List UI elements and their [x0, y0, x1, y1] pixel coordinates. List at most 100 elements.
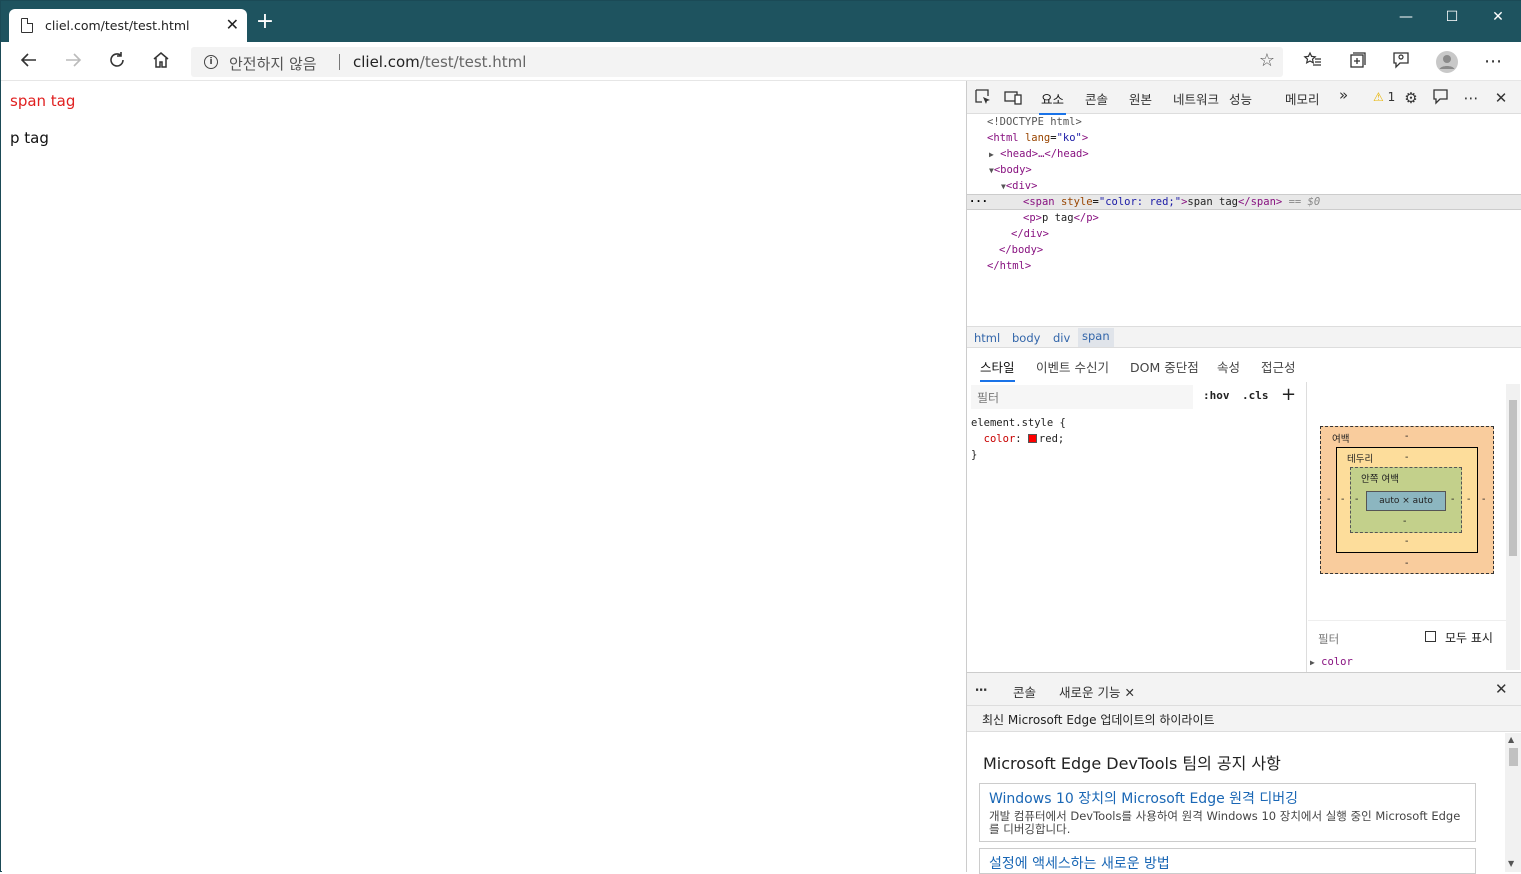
page-viewport: span tag p tag: [2, 81, 966, 872]
dom-span-selected[interactable]: <span style="color: red;">span tag</span…: [1023, 194, 1320, 210]
scroll-up-icon[interactable]: ▲: [1508, 735, 1514, 744]
address-bar[interactable]: i 안전하지 않음 cliel.com/test/test.html ☆: [191, 47, 1283, 77]
tab-elements[interactable]: 요소: [1038, 89, 1067, 115]
element-style-rule[interactable]: element.style { color: red; }: [971, 415, 1066, 463]
info-icon[interactable]: i: [204, 55, 218, 69]
new-style-rule-button[interactable]: +: [1281, 384, 1296, 405]
drawer-toolbar: ⋯ 콘솔 새로운 기능 ✕ ✕: [967, 672, 1521, 708]
drawer-tab-whats-new[interactable]: 새로운 기능 ✕: [1055, 682, 1139, 708]
scrollbar-thumb[interactable]: [1509, 400, 1517, 556]
maximize-button[interactable]: ☐: [1429, 5, 1475, 29]
styles-filter-input[interactable]: 필터: [971, 385, 1193, 409]
styles-pane: 필터 :hov .cls + element.style { color: re…: [967, 382, 1307, 672]
card-title-link[interactable]: 설정에 액세스하는 새로운 방법: [989, 853, 1466, 873]
devtools-feedback-icon[interactable]: [1430, 88, 1452, 108]
cls-toggle[interactable]: .cls: [1242, 389, 1269, 402]
feedback-icon[interactable]: [1389, 50, 1413, 74]
close-tab-icon[interactable]: ✕: [1124, 685, 1134, 700]
more-tabs-icon[interactable]: »: [1339, 86, 1348, 104]
collections-icon[interactable]: [1345, 50, 1369, 74]
subtab-properties[interactable]: 속성: [1217, 357, 1240, 376]
dom-html-open[interactable]: <html lang="ko">: [987, 130, 1088, 146]
inspect-element-icon[interactable]: [972, 88, 994, 108]
expand-triangle-icon[interactable]: ▶: [1310, 658, 1315, 667]
customize-menu-icon[interactable]: ⋯: [1460, 88, 1482, 108]
box-model-padding[interactable]: 안쪽 여백 - - - auto × auto: [1350, 467, 1462, 533]
minimize-button[interactable]: —: [1383, 5, 1429, 29]
tab-sources[interactable]: 원본: [1129, 89, 1152, 108]
scroll-down-icon[interactable]: ▼: [1508, 859, 1514, 868]
back-icon[interactable]: [17, 50, 41, 74]
box-model-margin[interactable]: 여백 - - - - 테두리 - - - - 안쪽 여백 - - - auto …: [1320, 426, 1494, 574]
title-bar: cliel.com/test/test.html ✕ + — ☐ ✕: [1, 1, 1521, 42]
tab-close-icon[interactable]: ✕: [226, 15, 239, 34]
span-element: span tag: [10, 92, 76, 110]
hov-toggle[interactable]: :hov: [1203, 389, 1230, 402]
refresh-icon[interactable]: [105, 50, 129, 74]
new-tab-button[interactable]: +: [254, 11, 276, 33]
show-all-label[interactable]: 모두 표시: [1445, 629, 1493, 646]
device-emulation-icon[interactable]: [1002, 88, 1024, 108]
favorites-icon[interactable]: [1301, 50, 1325, 74]
rule-property[interactable]: color: [984, 433, 1016, 445]
dom-tree[interactable]: <!DOCTYPE html> <html lang="ko"> ▶ <head…: [967, 114, 1521, 324]
rule-value[interactable]: red;: [1039, 433, 1064, 445]
breadcrumb-body[interactable]: body: [1012, 331, 1040, 345]
close-devtools-icon[interactable]: ✕: [1490, 88, 1512, 108]
subtab-dom-breakpoints[interactable]: DOM 중단점: [1130, 357, 1199, 376]
tab-network[interactable]: 네트워크: [1173, 89, 1219, 108]
settings-more-icon[interactable]: ⋯: [1481, 50, 1505, 74]
card-title-link[interactable]: Windows 10 장치의 Microsoft Edge 원격 디버깅: [989, 788, 1466, 808]
url-path: /test/test.html: [419, 53, 527, 71]
settings-gear-icon[interactable]: ⚙: [1400, 88, 1422, 108]
devtools-panel: 요소 콘솔 원본 네트워크 성능 메모리 » ⚠ 1 ⚙ ⋯ ✕ <!DOCTY…: [966, 81, 1521, 874]
forward-icon[interactable]: [61, 50, 85, 74]
expand-triangle-icon[interactable]: ▶: [989, 150, 994, 159]
drawer-menu-icon[interactable]: ⋯: [975, 682, 988, 697]
tab-memory[interactable]: 메모리: [1285, 89, 1320, 108]
url-text[interactable]: cliel.com/test/test.html: [353, 53, 526, 71]
tab-performance[interactable]: 성능: [1229, 89, 1252, 108]
breadcrumb: html body div span: [967, 326, 1521, 348]
computed-property-row[interactable]: ▶ color: [1310, 656, 1353, 668]
security-label[interactable]: 안전하지 않음: [229, 53, 317, 74]
dom-p[interactable]: <p>p tag</p>: [1023, 210, 1099, 226]
computed-scrollbar[interactable]: [1506, 384, 1520, 670]
breadcrumb-html[interactable]: html: [974, 331, 1000, 345]
drawer-tab-console[interactable]: 콘솔: [1013, 682, 1036, 701]
styles-subtabs: 스타일 이벤트 수신기 DOM 중단점 속성 접근성: [967, 349, 1521, 382]
box-model-border[interactable]: 테두리 - - - - 안쪽 여백 - - - auto × auto: [1336, 447, 1478, 553]
whats-new-scrollbar[interactable]: ▲ ▼: [1505, 733, 1521, 872]
rule-selector: element.style {: [971, 417, 1066, 429]
breadcrumb-span[interactable]: span: [1078, 328, 1114, 347]
favorite-star-icon[interactable]: ☆: [1259, 50, 1275, 71]
warning-counter[interactable]: ⚠ 1: [1373, 90, 1395, 104]
dom-doctype[interactable]: <!DOCTYPE html>: [987, 114, 1082, 130]
tab-console[interactable]: 콘솔: [1085, 89, 1108, 108]
show-all-checkbox[interactable]: [1425, 631, 1436, 642]
dom-body-close[interactable]: </body>: [999, 242, 1043, 258]
color-swatch[interactable]: [1027, 434, 1037, 443]
subtab-styles[interactable]: 스타일: [980, 357, 1015, 382]
subtab-accessibility[interactable]: 접근성: [1261, 357, 1296, 376]
whats-new-header: 최신 Microsoft Edge 업데이트의 하이라이트: [967, 706, 1521, 732]
computed-filter-input[interactable]: 필터: [1318, 631, 1339, 647]
dom-head[interactable]: ▶ <head>…</head>: [989, 146, 1089, 162]
breadcrumb-div[interactable]: div: [1053, 331, 1070, 345]
border-label: 테두리: [1347, 454, 1374, 465]
announcement-card[interactable]: Windows 10 장치의 Microsoft Edge 원격 디버깅 개발 …: [979, 783, 1476, 842]
dom-div-close[interactable]: </div>: [1011, 226, 1049, 242]
home-icon[interactable]: [149, 50, 173, 74]
browser-tab[interactable]: cliel.com/test/test.html ✕: [9, 9, 247, 42]
announcement-card[interactable]: 설정에 액세스하는 새로운 방법: [979, 848, 1476, 874]
box-model-content[interactable]: auto × auto: [1366, 491, 1446, 511]
dom-div-open[interactable]: ▼<div>: [1001, 178, 1037, 194]
profile-avatar[interactable]: [1435, 50, 1459, 74]
subtab-event-listeners[interactable]: 이벤트 수신기: [1036, 357, 1109, 376]
dom-row-menu[interactable]: ···: [969, 194, 988, 210]
dom-body-open[interactable]: ▼<body>: [989, 162, 1032, 178]
close-drawer-icon[interactable]: ✕: [1495, 680, 1508, 698]
close-window-button[interactable]: ✕: [1475, 5, 1521, 29]
scrollbar-thumb[interactable]: [1509, 748, 1518, 766]
dom-html-close[interactable]: </html>: [987, 258, 1031, 274]
